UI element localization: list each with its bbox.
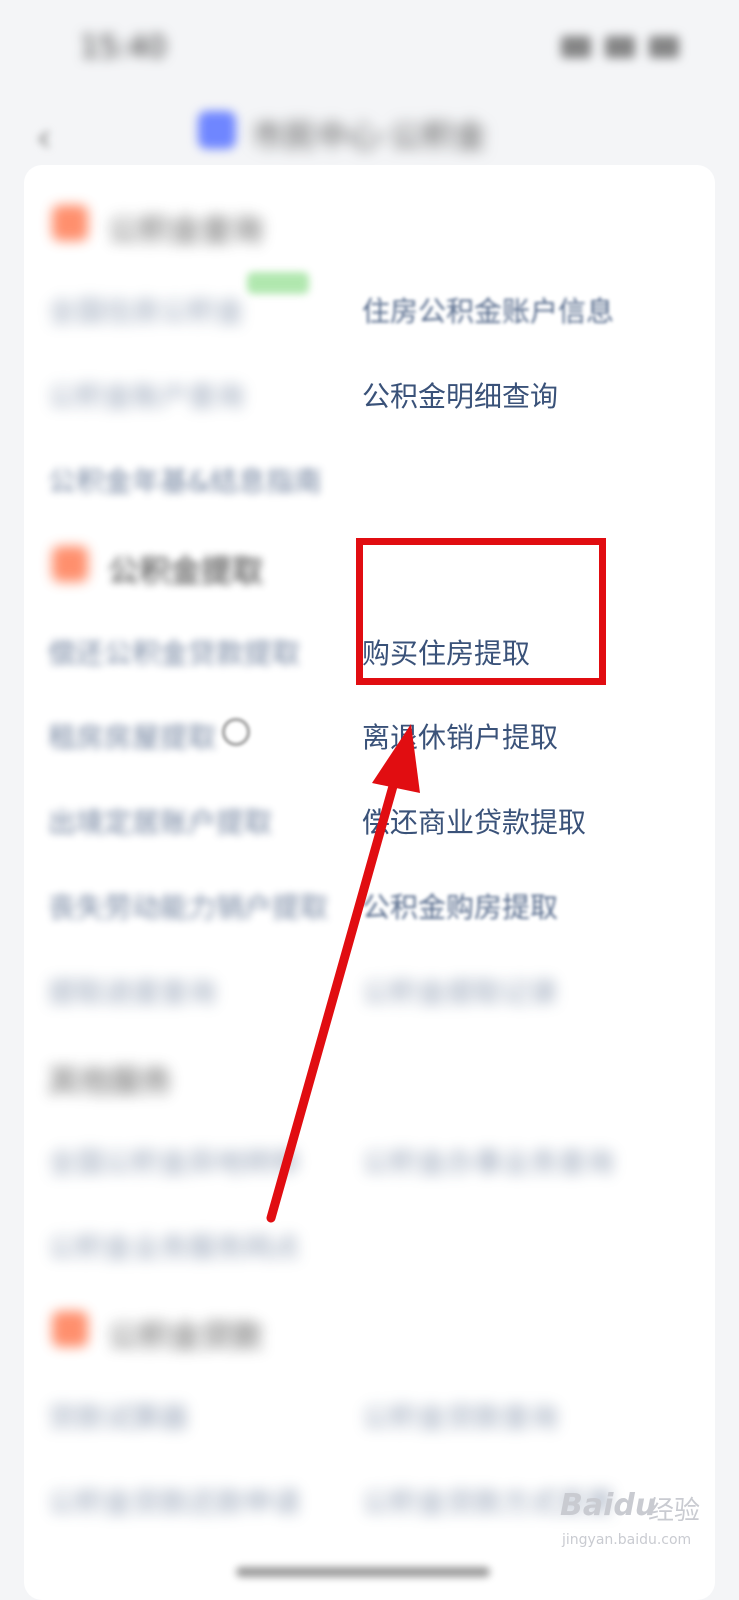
arrow-shaft bbox=[266, 767, 402, 1223]
arrow-head bbox=[372, 724, 420, 793]
watermark-url: jingyan.baidu.com bbox=[562, 1532, 692, 1548]
watermark-logo: Baidu bbox=[560, 1488, 657, 1523]
watermark-text: 经验 bbox=[648, 1496, 701, 1526]
annotation-arrow bbox=[266, 724, 420, 1223]
home-indicator[interactable] bbox=[236, 1567, 490, 1577]
